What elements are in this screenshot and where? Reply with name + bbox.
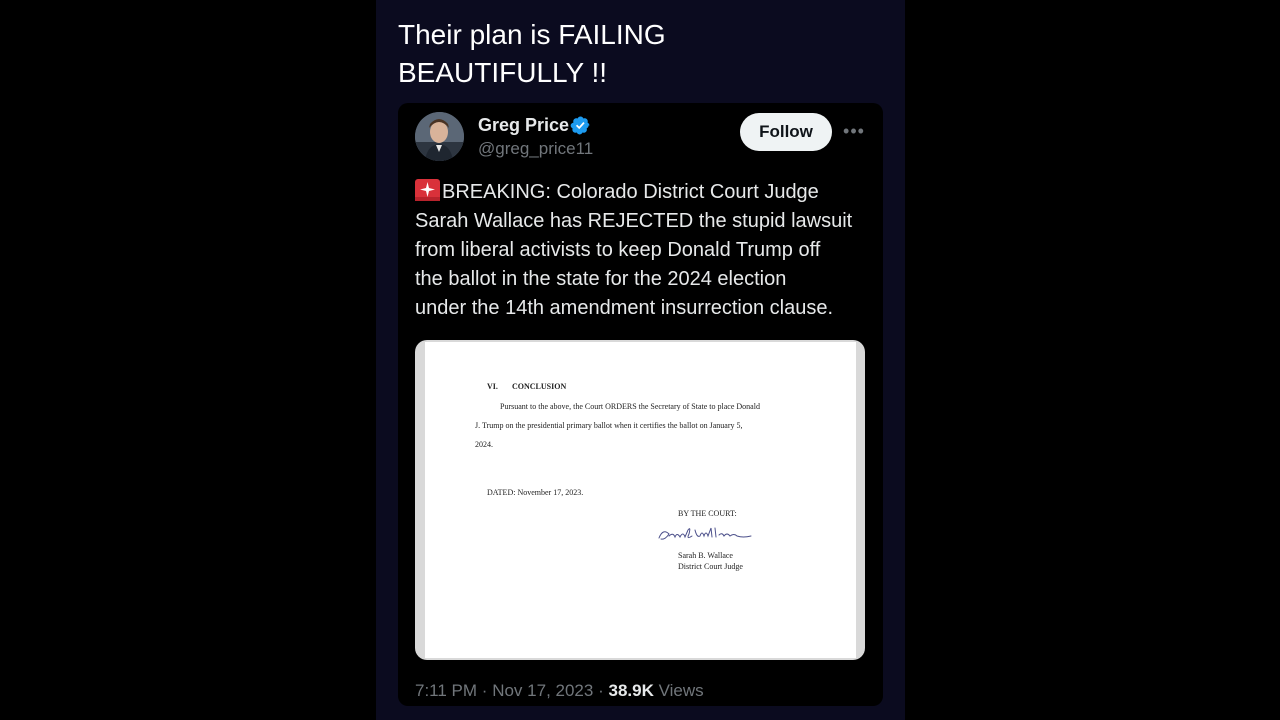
follow-button[interactable]: Follow — [740, 113, 832, 151]
meta-separator: · — [481, 681, 488, 700]
tweet-meta: 7:11 PM · Nov 17, 2023 · 38.9K Views — [415, 680, 704, 702]
tweet-time[interactable]: 7:11 PM — [415, 681, 477, 700]
document-by-the-court: BY THE COURT: — [678, 509, 737, 518]
meta-separator: · — [598, 681, 604, 700]
author-name[interactable]: Greg Price — [478, 114, 569, 136]
tweet-line-text: BREAKING: Colorado District Court Judge — [442, 181, 819, 203]
tweet-line: under the 14th amendment insurrection cl… — [415, 297, 834, 319]
tweet-line: from liberal activists to keep Donald Tr… — [415, 239, 821, 261]
views-label: Views — [658, 681, 704, 700]
tweet-media-image[interactable]: VI. CONCLUSION Pursuant to the above, th… — [415, 340, 865, 660]
document-section-title: CONCLUSION — [512, 382, 567, 391]
tweet-date[interactable]: Nov 17, 2023 — [492, 681, 593, 700]
rotating-light-icon — [415, 179, 440, 201]
tweet-line: Sarah Wallace has REJECTED the stupid la… — [415, 210, 853, 232]
handwritten-signature — [658, 527, 752, 540]
verified-badge-icon — [570, 116, 590, 135]
document-paragraph-line: J. Trump on the presidential primary bal… — [475, 421, 743, 430]
caption-line-1: Their plan is FAILING — [398, 19, 666, 50]
more-options-icon[interactable]: ••• — [842, 119, 866, 143]
views-count: 38.9K — [608, 681, 654, 700]
tweet-line: the ballot in the state for the 2024 ele… — [415, 268, 787, 290]
document-paragraph-line: Pursuant to the above, the Court ORDERS … — [500, 402, 760, 411]
author-handle[interactable]: @greg_price11 — [478, 139, 593, 159]
document-paragraph-line: 2024. — [475, 440, 493, 449]
tweet-line: BREAKING: Colorado District Court Judge — [415, 178, 875, 207]
post-caption: Their plan is FAILING BEAUTIFULLY !! — [398, 16, 718, 92]
tweet-text: BREAKING: Colorado District Court Judge … — [415, 178, 875, 323]
document-dated: DATED: November 17, 2023. — [487, 488, 584, 497]
document-judge-name: Sarah B. Wallace — [678, 551, 733, 560]
court-document: VI. CONCLUSION Pursuant to the above, th… — [425, 342, 856, 658]
caption-line-2: BEAUTIFULLY !! — [398, 57, 608, 88]
document-judge-title: District Court Judge — [678, 562, 743, 571]
avatar[interactable] — [415, 112, 464, 161]
avatar-image — [415, 112, 464, 161]
document-section-number: VI. — [487, 382, 498, 391]
